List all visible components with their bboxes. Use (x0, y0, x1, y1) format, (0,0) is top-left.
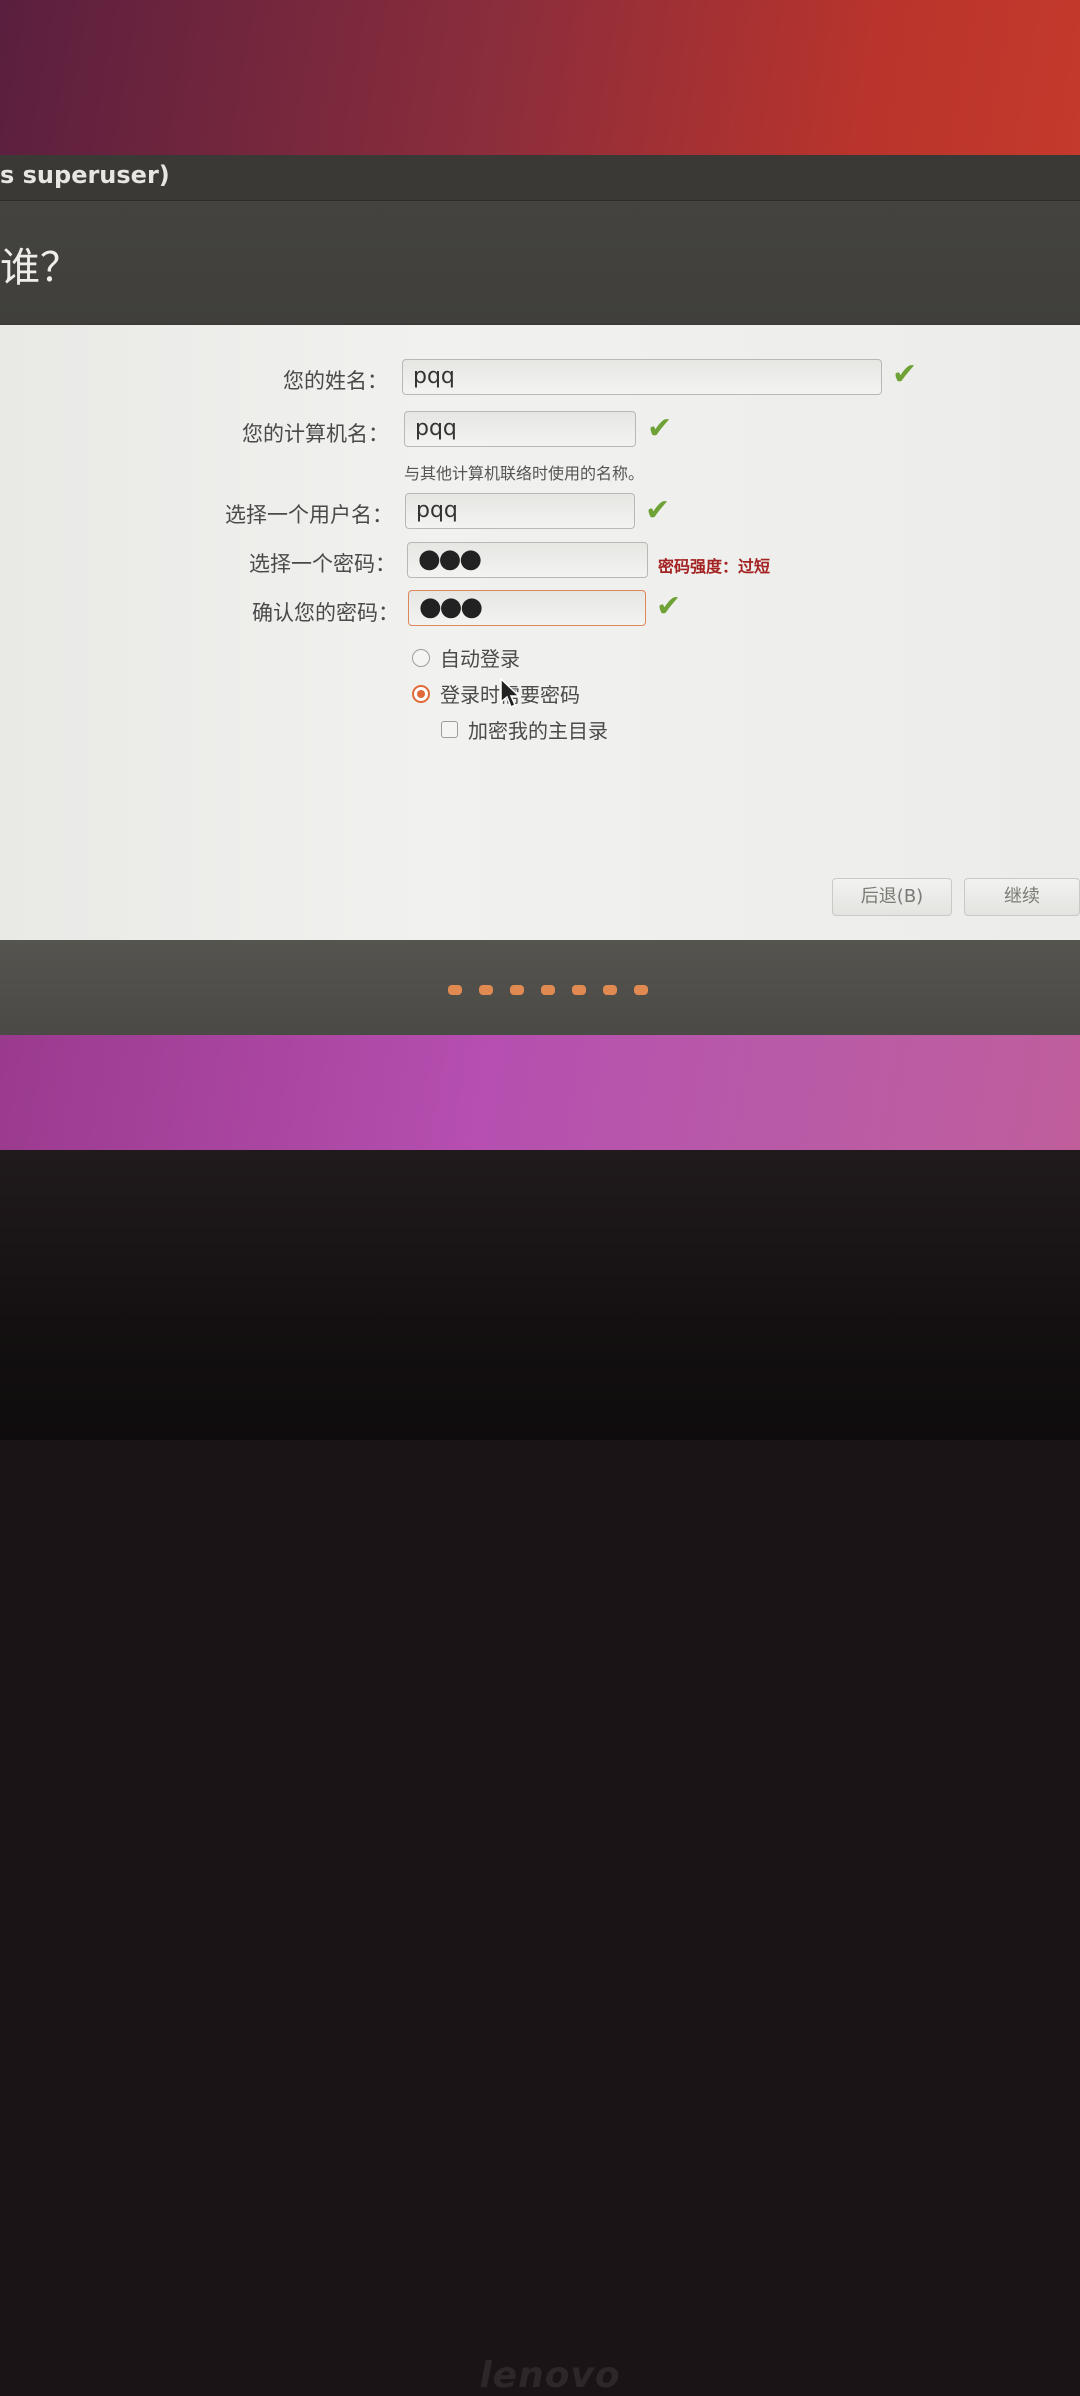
progress-dot (448, 985, 462, 995)
confirm-password-valid-check-icon: ✔ (656, 589, 682, 624)
progress-dot (603, 985, 617, 995)
page-header: 谁？ (0, 201, 1080, 323)
require-password-radio[interactable] (412, 684, 430, 703)
installer-window: s superuser) 谁？ 您的姓名： pqq ✔ 您的计算机名： pqq … (0, 155, 1080, 1043)
computer-name-valid-check-icon: ✔ (647, 411, 673, 446)
password-strength-indicator: 密码强度：过短 (658, 557, 771, 576)
encrypt-home-label: 加密我的主目录 (468, 719, 608, 743)
progress-dot (510, 985, 524, 995)
confirm-password-label: 确认您的密码： (252, 601, 399, 625)
password-input[interactable]: ●●● (407, 542, 648, 578)
username-input[interactable]: pqq (405, 493, 635, 529)
password-label: 选择一个密码： (249, 552, 396, 576)
auto-login-option[interactable]: 自动登录 (412, 643, 520, 672)
progress-dot (541, 985, 555, 995)
computer-name-label: 您的计算机名： (242, 422, 389, 446)
username-label: 选择一个用户名： (225, 503, 393, 527)
require-password-option[interactable]: 登录时需要密码 (412, 679, 580, 708)
laptop-bezel: lenovo (0, 1150, 1080, 2396)
progress-dot (479, 985, 493, 995)
progress-dot (572, 985, 586, 995)
progress-indicator (448, 985, 648, 995)
encrypt-home-option[interactable]: 加密我的主目录 (441, 715, 608, 744)
computer-name-input[interactable]: pqq (404, 411, 636, 447)
desktop-wallpaper-top (0, 0, 1080, 165)
auto-login-label: 自动登录 (440, 647, 520, 671)
password-mask: ●●● (418, 544, 482, 574)
auto-login-radio[interactable] (412, 648, 430, 667)
installer-footer (0, 940, 1080, 1040)
continue-button[interactable]: 继续 (964, 878, 1080, 916)
user-setup-form: 您的姓名： pqq ✔ 您的计算机名： pqq ✔ 与其他计算机联络时使用的名称… (0, 325, 1080, 940)
progress-dot (634, 985, 648, 995)
window-titlebar: s superuser) (0, 155, 1080, 201)
username-valid-check-icon: ✔ (645, 493, 671, 528)
mouse-pointer-icon (500, 677, 521, 709)
confirm-password-input[interactable]: ●●● (408, 590, 646, 626)
back-button[interactable]: 后退(B) (832, 878, 952, 916)
name-input[interactable]: pqq (402, 359, 882, 395)
desktop-wallpaper-bottom (0, 1035, 1080, 1155)
name-label: 您的姓名： (283, 369, 388, 393)
computer-name-hint: 与其他计算机联络时使用的名称。 (404, 464, 645, 483)
encrypt-home-checkbox[interactable] (441, 721, 458, 738)
name-valid-check-icon: ✔ (892, 357, 918, 392)
lenovo-logo: lenovo (479, 2355, 621, 2396)
page-title: 谁？ (0, 245, 80, 291)
window-title: s superuser) (0, 161, 170, 189)
confirm-password-mask: ●●● (419, 592, 483, 622)
